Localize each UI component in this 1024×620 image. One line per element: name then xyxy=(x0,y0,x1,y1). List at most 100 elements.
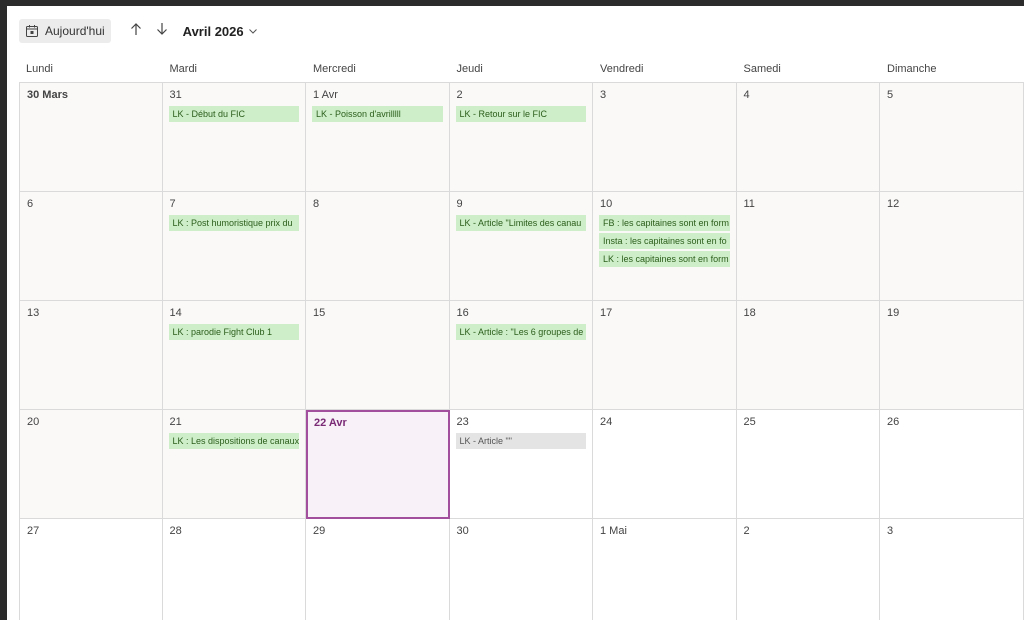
previous-month-button[interactable] xyxy=(125,20,147,42)
day-number: 11 xyxy=(743,198,755,210)
day-number: 14 xyxy=(169,307,182,319)
day-cell[interactable]: 21 LK : Les dispositions de canaux xyxy=(162,410,306,519)
day-number: 17 xyxy=(600,307,613,319)
day-cell[interactable]: 19 xyxy=(880,301,1024,410)
day-cell[interactable]: 24 xyxy=(593,410,737,519)
day-number: 10 xyxy=(600,198,613,210)
day-cell[interactable]: 23 LK - Article "" xyxy=(449,410,593,519)
event-chip[interactable]: LK : Post humoristique prix du xyxy=(168,215,299,231)
event-list: LK : Les dispositions de canaux xyxy=(168,433,299,451)
arrow-up-icon xyxy=(129,22,143,41)
event-list: LK - Article "Limites des canau xyxy=(455,215,586,233)
day-cell[interactable]: 9 LK - Article "Limites des canau xyxy=(449,192,593,301)
day-number: 22 Avr xyxy=(314,417,347,429)
event-list: FB : les capitaines sont en form Insta : … xyxy=(599,215,730,269)
day-cell[interactable]: 29 xyxy=(306,519,450,620)
day-number: 21 xyxy=(169,416,182,428)
event-chip[interactable]: LK - Poisson d'avrilllll xyxy=(312,106,443,122)
day-number: 16 xyxy=(456,307,469,319)
weekday-header: Dimanche xyxy=(887,63,937,75)
day-cell[interactable]: 16 LK - Article : "Les 6 groupes de xyxy=(449,301,593,410)
day-number: 3 xyxy=(600,89,607,101)
day-number: 9 xyxy=(456,198,463,210)
day-cell[interactable]: 12 xyxy=(880,192,1024,301)
day-number: 7 xyxy=(169,198,176,210)
weekday-header: Lundi xyxy=(26,63,53,75)
day-cell[interactable]: 2 xyxy=(737,519,880,620)
day-cell[interactable]: 30 Mars xyxy=(19,83,163,192)
day-cell[interactable]: 14 LK : parodie Fight Club 1 xyxy=(162,301,306,410)
day-cell[interactable]: 20 xyxy=(19,410,163,519)
day-cell[interactable]: 25 xyxy=(736,410,880,519)
day-cell[interactable]: 10 FB : les capitaines sont en form Insta … xyxy=(593,192,737,301)
week-row: 20 21 LK : Les dispositions de canaux 22 Av… xyxy=(19,410,1024,519)
day-cell[interactable]: 3 xyxy=(593,83,737,192)
day-number: 20 xyxy=(27,416,40,428)
month-picker[interactable]: Avril 2026 xyxy=(183,24,258,39)
day-number: 24 xyxy=(600,416,613,428)
weekday-header-row: Lundi Mardi Mercredi Jeudi Vendredi Same… xyxy=(19,62,1024,83)
day-cell[interactable]: 8 xyxy=(306,192,450,301)
calendar-window: Aujourd'hui Avril 2026 Lundi Mardi Mercr… xyxy=(7,6,1024,620)
event-chip[interactable]: LK - Article "" xyxy=(455,433,586,449)
today-button[interactable]: Aujourd'hui xyxy=(19,19,111,43)
weekday-header: Jeudi xyxy=(456,63,483,75)
day-number: 26 xyxy=(887,416,900,428)
day-cell[interactable]: 3 xyxy=(880,519,1024,620)
next-month-button[interactable] xyxy=(151,20,173,42)
event-list: LK : parodie Fight Club 1 xyxy=(168,324,299,342)
event-list: LK - Article : "Les 6 groupes de xyxy=(455,324,586,342)
day-cell[interactable]: 31 LK - Début du FIC xyxy=(162,83,306,192)
event-chip[interactable]: LK - Retour sur le FIC xyxy=(455,106,586,122)
day-cell[interactable]: 18 xyxy=(736,301,880,410)
event-chip[interactable]: Insta : les capitaines sont en fo xyxy=(599,233,730,249)
day-number: 13 xyxy=(27,307,40,319)
event-chip[interactable]: FB : les capitaines sont en form xyxy=(599,215,730,231)
weekday-header: Mercredi xyxy=(313,63,356,75)
day-cell[interactable]: 30 xyxy=(450,519,593,620)
day-number: 30 Mars xyxy=(27,89,68,101)
weekday-header: Vendredi xyxy=(600,63,644,75)
month-label: Avril 2026 xyxy=(182,23,244,39)
day-number: 28 xyxy=(169,525,182,537)
event-chip[interactable]: LK : Les dispositions de canaux xyxy=(168,433,299,449)
day-cell[interactable]: 7 LK : Post humoristique prix du xyxy=(162,192,306,301)
day-number: 19 xyxy=(887,307,900,319)
event-chip[interactable]: LK - Article "Limites des canau xyxy=(455,215,586,231)
day-number: 2 xyxy=(743,525,750,537)
day-cell[interactable]: 2 LK - Retour sur le FIC xyxy=(449,83,593,192)
day-number: 27 xyxy=(27,525,40,537)
day-number: 1 Mai xyxy=(600,525,627,537)
today-button-label: Aujourd'hui xyxy=(45,24,105,38)
day-cell[interactable]: 13 xyxy=(19,301,163,410)
day-cell[interactable]: 11 xyxy=(736,192,880,301)
event-chip[interactable]: LK : les capitaines sont en form xyxy=(599,251,730,267)
day-cell[interactable]: 1 Mai xyxy=(593,519,737,620)
weekday-header: Mardi xyxy=(169,63,198,75)
day-cell[interactable]: 28 xyxy=(163,519,306,620)
event-chip[interactable]: LK - Début du FIC xyxy=(168,106,299,122)
day-number: 30 xyxy=(456,525,469,537)
day-number: 5 xyxy=(887,89,894,101)
week-row: 27 28 29 30 1 Mai 2 3 xyxy=(19,519,1024,620)
day-number: 18 xyxy=(743,307,756,319)
day-cell-today[interactable]: 22 Avr xyxy=(306,410,450,519)
day-number: 4 xyxy=(743,89,750,101)
day-cell[interactable]: 6 xyxy=(19,192,163,301)
event-chip[interactable]: LK - Article : "Les 6 groupes de xyxy=(455,324,586,340)
day-number: 15 xyxy=(313,307,326,319)
day-cell[interactable]: 27 xyxy=(19,519,163,620)
day-cell[interactable]: 4 xyxy=(736,83,880,192)
day-number: 3 xyxy=(887,525,894,537)
day-cell[interactable]: 15 xyxy=(306,301,450,410)
day-cell[interactable]: 1 Avr LK - Poisson d'avrilllll xyxy=(306,83,450,192)
day-cell[interactable]: 17 xyxy=(593,301,737,410)
event-chip[interactable]: LK : parodie Fight Club 1 xyxy=(168,324,299,340)
week-row: 6 7 LK : Post humoristique prix du 8 9 LK - A… xyxy=(19,192,1024,301)
day-cell[interactable]: 5 xyxy=(880,83,1024,192)
day-cell[interactable]: 26 xyxy=(880,410,1024,519)
week-row: 30 Mars 31 LK - Début du FIC 1 Avr LK - Pois… xyxy=(19,83,1024,192)
day-number: 2 xyxy=(456,89,463,101)
day-number: 12 xyxy=(887,198,900,210)
weekday-header: Samedi xyxy=(743,63,781,75)
